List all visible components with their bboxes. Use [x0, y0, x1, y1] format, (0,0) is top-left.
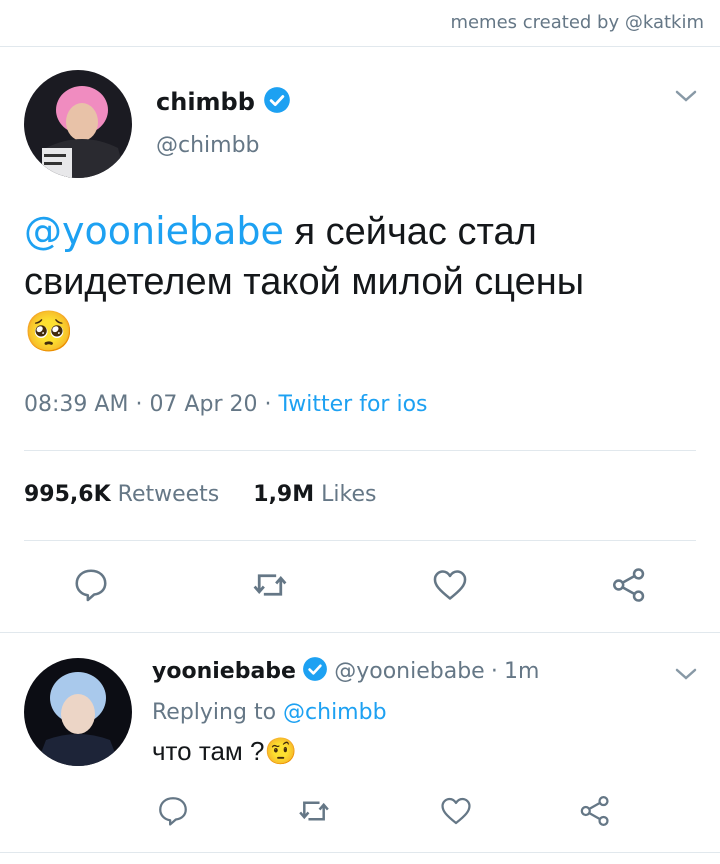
- credit-text: memes created by @katkim: [450, 12, 704, 33]
- chevron-down-icon[interactable]: [674, 88, 698, 109]
- replying-to: Replying to @chimbb: [152, 700, 387, 725]
- mention-link[interactable]: @yooniebabe: [24, 209, 284, 253]
- display-name[interactable]: chimbb: [156, 88, 255, 116]
- retweets-count[interactable]: 995,6K: [24, 482, 111, 507]
- avatar[interactable]: [24, 658, 132, 766]
- share-icon[interactable]: [578, 794, 612, 833]
- tweet-stats: 995,6K Retweets 1,9M Likes: [24, 482, 376, 507]
- verified-badge-icon: [302, 656, 328, 688]
- share-icon[interactable]: [610, 566, 648, 609]
- tweet-meta: 08:39 AM · 07 Apr 20 · Twitter for ios: [24, 392, 428, 417]
- likes-label[interactable]: Likes: [321, 482, 376, 507]
- reply-display-name[interactable]: yooniebabe: [152, 659, 296, 684]
- reply-icon[interactable]: [156, 794, 190, 833]
- top-divider: [0, 46, 720, 47]
- user-handle[interactable]: @chimbb: [156, 133, 260, 158]
- heart-icon[interactable]: [430, 566, 470, 609]
- replying-prefix: Replying to: [152, 700, 277, 725]
- section-divider: [0, 632, 720, 633]
- tweet-time: 08:39 AM: [24, 392, 129, 417]
- retweet-icon[interactable]: [296, 794, 332, 833]
- heart-icon[interactable]: [438, 794, 474, 833]
- retweets-label[interactable]: Retweets: [118, 482, 220, 507]
- tweet-source[interactable]: Twitter for ios: [278, 392, 427, 417]
- reply-emoji: 🤨: [264, 736, 297, 766]
- likes-count[interactable]: 1,9M: [253, 482, 314, 507]
- meta-separator: ·: [264, 392, 279, 417]
- reply-body: что там ?: [152, 736, 265, 766]
- verified-badge-icon: [263, 86, 291, 120]
- bottom-divider: [0, 852, 720, 853]
- reply-header: yooniebabe @yooniebabe · 1m: [152, 656, 539, 688]
- reply-handle[interactable]: @yooniebabe: [334, 659, 484, 684]
- chevron-down-icon[interactable]: [674, 666, 698, 687]
- tweet-date: 07 Apr 20: [149, 392, 258, 417]
- meta-separator: ·: [490, 658, 498, 684]
- retweet-icon[interactable]: [250, 566, 290, 609]
- meta-separator: ·: [135, 392, 150, 417]
- tweet-emoji: 🥺: [24, 310, 74, 354]
- reply-text: что там ?🤨: [152, 736, 297, 767]
- divider: [24, 540, 696, 541]
- avatar[interactable]: [24, 70, 132, 178]
- divider: [24, 450, 696, 451]
- tweet-text: @yooniebabe я сейчас стал свидетелем так…: [24, 206, 704, 358]
- reply-age: 1m: [503, 658, 540, 684]
- reply-icon[interactable]: [72, 566, 110, 609]
- replying-mention[interactable]: @chimbb: [283, 700, 387, 725]
